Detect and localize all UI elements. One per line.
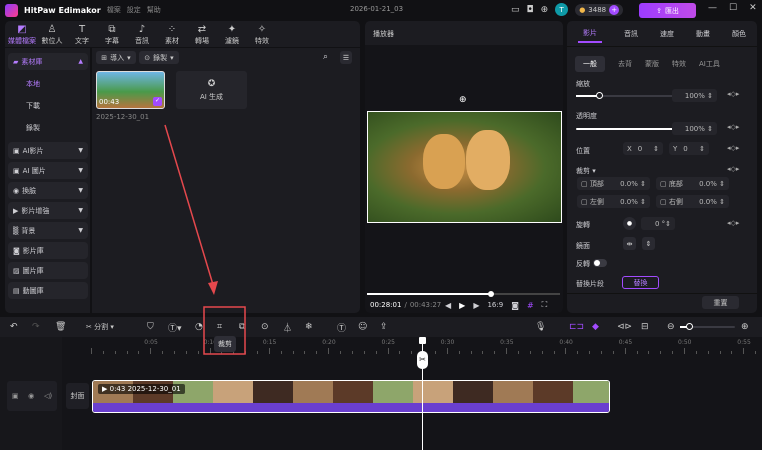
annotation-arrow	[164, 124, 215, 289]
annotation-arrowhead	[208, 281, 218, 295]
crop-tooltip: 裁剪	[214, 336, 236, 352]
annotation-overlay	[164, 124, 246, 355]
